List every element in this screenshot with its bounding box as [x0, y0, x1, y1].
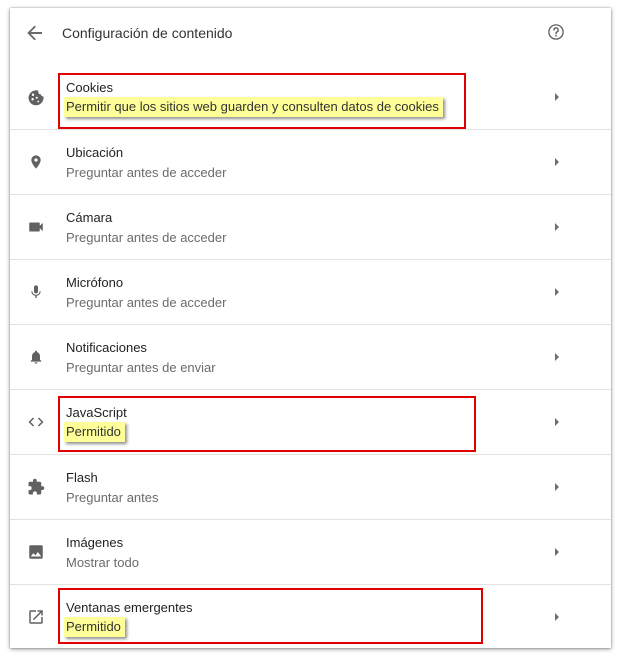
- settings-row-microfono[interactable]: Micrófono Preguntar antes de acceder: [10, 260, 611, 325]
- bell-icon: [26, 347, 46, 367]
- row-label: Cookies: [66, 80, 113, 95]
- chevron-right-icon: [555, 418, 559, 426]
- code-icon: [26, 412, 46, 432]
- row-value-highlighted: Permitido: [64, 422, 125, 442]
- row-label: Ubicación: [66, 145, 124, 160]
- help-button[interactable]: [545, 23, 567, 45]
- open-in-new-icon: [26, 607, 46, 627]
- row-label: Micrófono: [66, 275, 124, 290]
- header: Configuración de contenido: [10, 8, 611, 62]
- row-value: Mostrar todo: [66, 555, 139, 570]
- settings-row-javascript[interactable]: JavaScript Permitido: [10, 390, 611, 455]
- settings-row-camara[interactable]: Cámara Preguntar antes de acceder: [10, 195, 611, 260]
- chevron-right-icon: [555, 613, 559, 621]
- chevron-right-icon: [555, 548, 559, 556]
- row-label: Imágenes: [66, 535, 124, 550]
- location-pin-icon: [26, 152, 46, 172]
- chevron-right-icon: [555, 353, 559, 361]
- row-label: Ventanas emergentes: [66, 600, 193, 615]
- back-button[interactable]: [24, 24, 46, 46]
- chevron-right-icon: [555, 223, 559, 231]
- row-value-highlighted: Permitido: [64, 617, 125, 637]
- chevron-right-icon: [555, 483, 559, 491]
- content-settings-panel: Configuración de contenido Cookies Permi…: [10, 8, 611, 648]
- row-value-highlighted: Permitir que los sitios web guarden y co…: [64, 97, 443, 117]
- row-label: Notificaciones: [66, 340, 147, 355]
- chevron-right-icon: [555, 93, 559, 101]
- help-circle-icon: [547, 23, 565, 46]
- image-icon: [26, 542, 46, 562]
- videocam-icon: [26, 217, 46, 237]
- row-value: Preguntar antes de acceder: [66, 295, 227, 310]
- row-value: Preguntar antes de enviar: [66, 360, 216, 375]
- row-label: JavaScript: [66, 405, 127, 420]
- settings-row-imagenes[interactable]: Imágenes Mostrar todo: [10, 520, 611, 585]
- settings-row-cookies[interactable]: Cookies Permitir que los sitios web guar…: [10, 65, 611, 130]
- row-label: Cámara: [66, 210, 113, 225]
- settings-row-flash[interactable]: Flash Preguntar antes: [10, 455, 611, 520]
- arrow-back-icon: [27, 25, 43, 46]
- settings-row-ubicacion[interactable]: Ubicación Preguntar antes de acceder: [10, 130, 611, 195]
- cookie-icon: [26, 87, 46, 107]
- row-value: Preguntar antes de acceder: [66, 165, 227, 180]
- row-value: Preguntar antes: [66, 490, 159, 505]
- chevron-right-icon: [555, 288, 559, 296]
- settings-row-ventanas-emergentes[interactable]: Ventanas emergentes Permitido: [10, 585, 611, 648]
- puzzle-icon: [26, 477, 46, 497]
- settings-row-notificaciones[interactable]: Notificaciones Preguntar antes de enviar: [10, 325, 611, 390]
- chevron-right-icon: [555, 158, 559, 166]
- row-value: Preguntar antes de acceder: [66, 230, 227, 245]
- page-title: Configuración de contenido: [62, 25, 233, 41]
- settings-list: Cookies Permitir que los sitios web guar…: [10, 65, 611, 648]
- microphone-icon: [26, 282, 46, 302]
- row-label: Flash: [66, 470, 98, 485]
